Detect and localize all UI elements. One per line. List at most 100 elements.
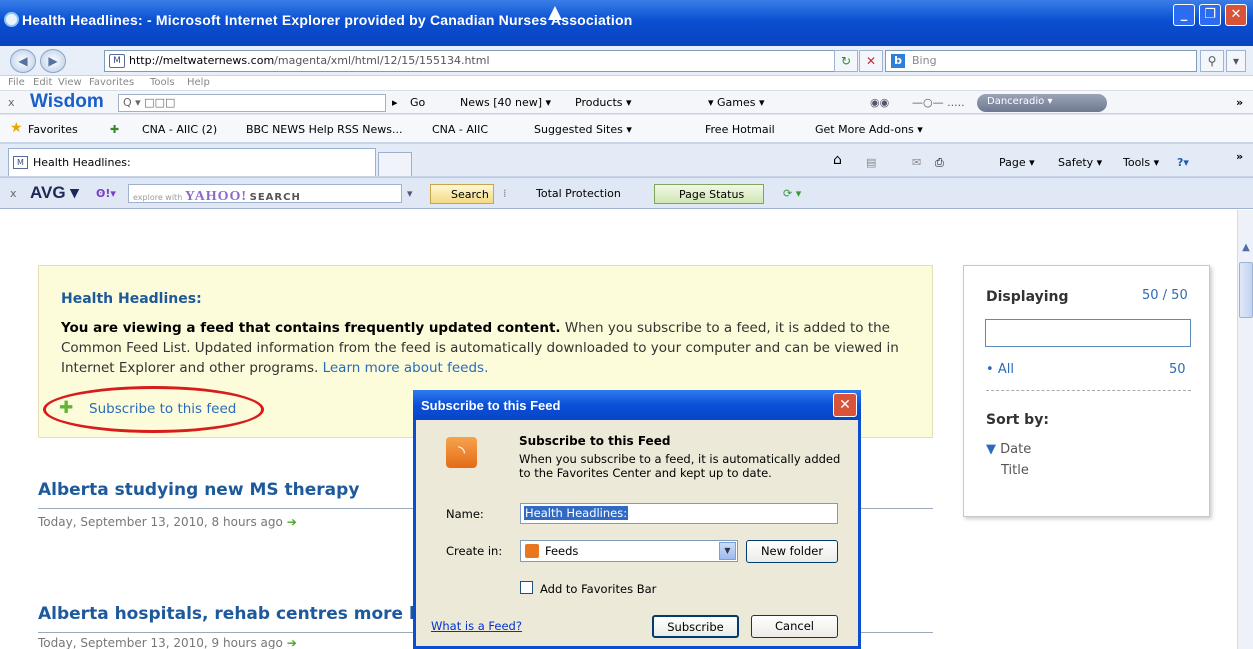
games-button[interactable]: ▾ Games ▾ (708, 96, 765, 109)
new-folder-button[interactable]: New folder (746, 540, 838, 563)
total-protection-button[interactable]: Total Protection (536, 187, 621, 200)
search-button[interactable]: ⚲ (1200, 50, 1224, 72)
fav-suggested-sites[interactable]: Suggested Sites ▾ (534, 123, 632, 136)
minimize-button[interactable]: _ (1173, 4, 1195, 26)
add-to-favorites-bar-label[interactable]: Add to Favorites Bar (540, 582, 656, 596)
create-in-select[interactable]: Feeds ▼ (520, 540, 738, 562)
go-icon[interactable]: ▸ (392, 96, 398, 109)
menu-file[interactable]: File (8, 77, 25, 88)
menu-view[interactable]: View (58, 77, 82, 88)
fav-cna-aiic-2[interactable]: CNA - AIIC (2) (142, 123, 217, 136)
page-status-button[interactable]: Page Status (654, 184, 764, 204)
what-is-feed-link[interactable]: What is a Feed? (431, 619, 522, 633)
divider (986, 390, 1191, 391)
refresh-button[interactable]: ↻ (834, 50, 858, 72)
window-title-bar[interactable]: Health Headlines: - Microsoft Internet E… (0, 0, 1253, 46)
mail-icon[interactable]: ✉ (912, 156, 921, 169)
add-favorite-icon[interactable]: ✚ (110, 123, 119, 136)
filter-input[interactable] (985, 319, 1191, 347)
dialog-close-button[interactable]: ✕ (833, 393, 857, 417)
feed-description: You are viewing a feed that contains fre… (61, 318, 921, 378)
fav-bbc-news[interactable]: BBC NEWS Help RSS News... (246, 123, 403, 136)
dialog-description: When you subscribe to a feed, it is auto… (519, 452, 841, 480)
dialog-heading: Subscribe to this Feed (519, 434, 671, 448)
fav-cna-aiic[interactable]: CNA - AIIC (432, 123, 488, 136)
help-icon[interactable]: ?▾ (1177, 156, 1189, 169)
menu-help[interactable]: Help (187, 77, 210, 88)
article-title[interactable]: Alberta studying new MS therapy (38, 480, 359, 500)
address-bar[interactable]: M http://meltwaternews.com/magenta/xml/h… (104, 50, 857, 72)
menu-tools[interactable]: Tools (150, 77, 175, 88)
close-toolbar-button[interactable]: x (8, 96, 15, 109)
search-input[interactable]: b Bing (885, 50, 1197, 72)
bing-icon: b (891, 54, 905, 68)
filter-all-link[interactable]: • All (986, 362, 1014, 377)
chevron-down-icon[interactable]: ▼ (719, 542, 736, 560)
news-button[interactable]: News [40 new] ▾ (460, 96, 551, 109)
print-icon[interactable]: ⎙ (935, 156, 944, 170)
avg-extra-icon[interactable]: ⟳ ▾ (783, 187, 801, 200)
subscribe-dialog: Subscribe to this Feed ✕ ◝ Subscribe to … (413, 390, 861, 649)
yahoo-icon[interactable]: ʘ!▾ (96, 187, 116, 200)
vertical-scrollbar[interactable]: ▲ (1237, 210, 1253, 649)
arrow-right-icon[interactable]: ➔ (287, 636, 297, 649)
stop-button[interactable]: ✕ (859, 50, 883, 72)
sort-arrow-icon: ▼ (986, 442, 996, 457)
feed-name-value: Health Headlines: (524, 506, 629, 520)
highlight-circle (43, 386, 264, 433)
wisdom-search-input[interactable]: Q ▾ □□□ (118, 94, 386, 112)
feed-intro: You are viewing a feed that contains fre… (61, 320, 561, 336)
yahoo-dropdown-icon[interactable]: ▾ (407, 187, 413, 200)
tools-menu[interactable]: Tools ▾ (1123, 156, 1159, 169)
player-volume-slider[interactable]: —○— ..... (912, 96, 965, 109)
products-button[interactable]: Products ▾ (575, 96, 632, 109)
favorites-button[interactable]: Favorites (28, 123, 78, 136)
arrow-right-icon[interactable]: ➔ (287, 515, 297, 529)
avg-search-button[interactable]: Search (430, 184, 494, 204)
scroll-up-icon[interactable]: ▲ (1239, 242, 1253, 258)
new-tab-button[interactable] (378, 152, 412, 176)
menu-edit[interactable]: Edit (33, 77, 52, 88)
yahoo-logo: YAHOO! (184, 189, 248, 204)
sort-title-option[interactable]: Title (1001, 463, 1029, 478)
scroll-thumb[interactable] (1239, 262, 1253, 318)
separator-icon: ⁞ (503, 187, 507, 200)
menu-favorites[interactable]: Favorites (89, 77, 134, 88)
close-avg-toolbar-button[interactable]: x (10, 187, 17, 200)
page-menu[interactable]: Page ▾ (999, 156, 1035, 169)
home-icon[interactable]: ⌂ (833, 152, 842, 168)
learn-more-link[interactable]: Learn more about feeds. (323, 360, 489, 376)
radio-selector[interactable]: Danceradio ▾ (977, 94, 1107, 112)
wisdom-toolbar: x Wisdom Q ▾ □□□ ▸ Go News [40 new] ▾ Pr… (0, 90, 1253, 114)
feeds-icon[interactable]: ▤ (866, 156, 876, 169)
tab-health-headlines[interactable]: M Health Headlines: (8, 148, 376, 176)
cancel-button[interactable]: Cancel (751, 615, 838, 638)
site-favicon-icon: M (109, 54, 125, 68)
fav-free-hotmail[interactable]: Free Hotmail (705, 123, 775, 136)
feed-name-input[interactable]: Health Headlines: (520, 503, 838, 524)
close-window-button[interactable]: ✕ (1225, 4, 1247, 26)
dialog-title[interactable]: Subscribe to this Feed (413, 390, 861, 420)
toolbar-more-icon[interactable]: » (1236, 96, 1243, 109)
go-button[interactable]: Go (410, 96, 425, 109)
name-label: Name: (446, 507, 484, 521)
avg-logo[interactable]: AVG ▾ (30, 183, 79, 203)
back-button[interactable]: ◀ (10, 49, 36, 73)
maximize-button[interactable]: ❐ (1199, 4, 1221, 26)
search-options-icon[interactable]: ▾ (1226, 50, 1246, 72)
create-in-label: Create in: (446, 544, 503, 558)
displaying-label: Displaying (986, 289, 1069, 305)
tab-more-icon[interactable]: » (1236, 150, 1243, 163)
sort-date-option[interactable]: ▼ Date (986, 442, 1031, 457)
search-word: SEARCH (249, 192, 301, 203)
subscribe-button[interactable]: Subscribe (652, 615, 739, 638)
add-to-favorites-bar-checkbox[interactable] (520, 581, 533, 594)
yahoo-search-input[interactable]: explore with YAHOO! SEARCH (128, 184, 402, 204)
rss-feed-icon: ◝ (446, 437, 477, 468)
forward-button[interactable]: ▶ (40, 49, 66, 73)
player-controls[interactable]: ◉◉ (870, 96, 889, 109)
article-title[interactable]: Alberta hospitals, rehab centres more li… (38, 604, 432, 624)
safety-menu[interactable]: Safety ▾ (1058, 156, 1102, 169)
fav-get-addons[interactable]: Get More Add-ons ▾ (815, 123, 923, 136)
wisdom-logo[interactable]: Wisdom (30, 91, 104, 113)
